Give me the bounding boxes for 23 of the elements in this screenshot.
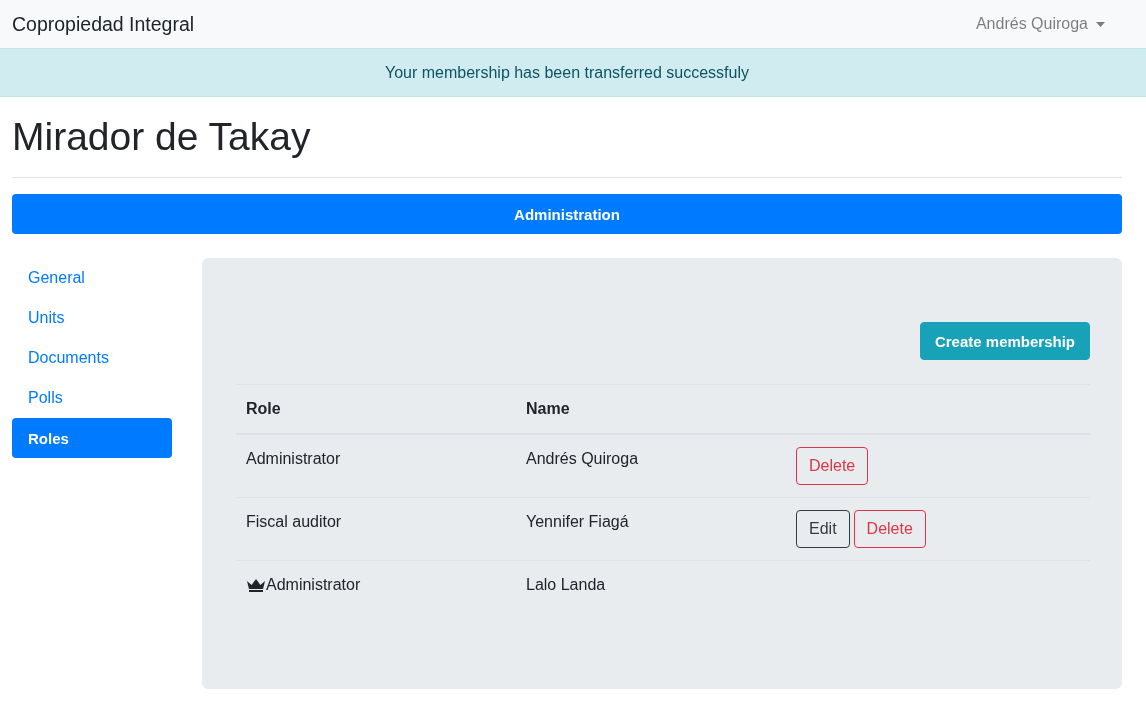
sidebar-item[interactable]: Polls [12, 378, 172, 418]
page-title: Mirador de Takay [12, 114, 312, 160]
column-header: Role [246, 400, 281, 417]
sidebar-item[interactable]: Roles [12, 418, 172, 458]
user-menu[interactable]: Andrés Quiroga [975, 15, 1105, 33]
name-cell: Andrés Quiroga [526, 450, 639, 467]
edit-button[interactable]: Edit [796, 510, 850, 548]
brand-name[interactable]: Copropiedad Integral [12, 12, 195, 36]
column-header: Name [526, 400, 570, 417]
section-bar: Administration [12, 194, 1122, 234]
role-cell-text: Fiscal auditor [246, 512, 342, 532]
name-cell: Lalo Landa [526, 576, 606, 593]
sidebar-item[interactable]: General [12, 258, 172, 298]
create-membership-button[interactable]: Create membership [919, 322, 1090, 360]
success-alert: Your membership has been transferred successfuly [0, 48, 1146, 97]
delete-button[interactable]: Delete [796, 447, 869, 485]
role-cell-text: Administrator [266, 575, 361, 595]
delete-button[interactable]: Delete [853, 510, 926, 548]
caret-icon [1096, 21, 1105, 27]
sidebar-item[interactable]: Units [12, 298, 172, 338]
name-cell: Yennifer Fiagá [526, 513, 629, 530]
role-cell-text: Administrator [246, 449, 341, 469]
sidebar-item[interactable]: Documents [12, 338, 172, 378]
